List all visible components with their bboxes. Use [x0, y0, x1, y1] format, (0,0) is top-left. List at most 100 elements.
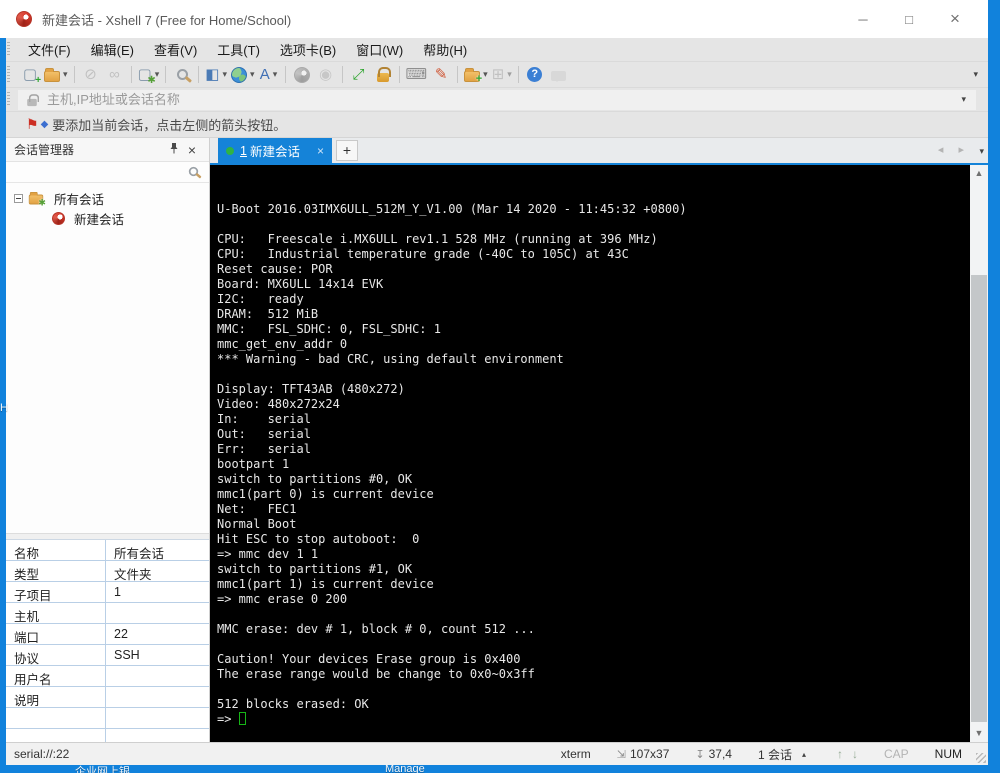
- terminal-view[interactable]: U-Boot 2016.03IMX6ULL_512M_Y_V1.00 (Mar …: [210, 165, 970, 742]
- session-search-row: [6, 162, 209, 183]
- virtual-keyboard-button[interactable]: ⌨: [404, 64, 430, 86]
- property-value[interactable]: 1: [106, 582, 209, 602]
- property-label: 端口: [6, 624, 106, 645]
- addressbar-gripper[interactable]: [7, 92, 10, 107]
- property-value[interactable]: [106, 603, 209, 623]
- fullscreen-button[interactable]: ⤢: [347, 64, 371, 86]
- property-label: 类型: [6, 561, 106, 582]
- open-session-button[interactable]: ▾: [42, 64, 70, 86]
- tab-close-button[interactable]: ×: [317, 144, 324, 158]
- property-value[interactable]: [106, 729, 209, 742]
- session-search-input[interactable]: [6, 165, 176, 179]
- menubar-gripper[interactable]: [7, 42, 10, 57]
- property-value[interactable]: 22: [106, 624, 209, 644]
- property-value[interactable]: [106, 666, 209, 686]
- menu-item-4[interactable]: 选项卡(B): [270, 37, 346, 62]
- new-folder-dropdown-icon[interactable]: ▾: [483, 69, 488, 80]
- xshell-transfer-button: [290, 64, 314, 86]
- menu-item-6[interactable]: 帮助(H): [413, 37, 477, 62]
- session-count-button[interactable]: 1 会话 ▴: [758, 746, 806, 763]
- lock-icon: [27, 94, 39, 107]
- close-button[interactable]: ×: [932, 0, 978, 38]
- panel-splitter[interactable]: [6, 533, 209, 540]
- tab-new-session[interactable]: 1 新建会话 ×: [218, 138, 332, 163]
- tree-node-new-session[interactable]: 新建会话: [6, 208, 209, 228]
- menu-item-0[interactable]: 文件(F): [18, 37, 81, 62]
- toolbar-overflow-button[interactable]: ▾: [973, 69, 978, 80]
- session-tree: 所有会话 新建会话: [6, 183, 209, 228]
- address-bar: ▾: [0, 88, 988, 112]
- session-properties-button[interactable]: ▢ ✱ ▾: [136, 64, 162, 86]
- tree-node-label: 所有会话: [54, 192, 105, 207]
- feedback-bubble-icon: [551, 70, 567, 82]
- pin-panel-button[interactable]: [165, 142, 183, 157]
- tile-windows-icon: ⊞: [491, 66, 505, 83]
- tile-windows-dropdown-icon[interactable]: ▾: [507, 69, 512, 80]
- prev-session-icon[interactable]: ↑: [837, 747, 843, 761]
- open-session-dropdown-icon[interactable]: ▾: [63, 69, 68, 80]
- new-session-button[interactable]: ▢ +: [18, 64, 42, 86]
- highlight-pen-button[interactable]: ✎: [429, 64, 453, 86]
- menu-items-container: 文件(F) 编辑(E) 查看(V) 工具(T) 选项卡(B) 窗口(W) 帮助(H): [18, 37, 477, 62]
- toolbar-gripper[interactable]: [7, 66, 10, 83]
- new-folder-icon: [464, 67, 482, 85]
- font-button[interactable]: A ▾: [257, 64, 281, 86]
- xshell-transfer-icon: [293, 66, 310, 83]
- property-value[interactable]: 所有会话: [106, 540, 209, 561]
- menu-item-2[interactable]: 查看(V): [144, 37, 207, 62]
- compose-layout-icon: ◧: [205, 66, 220, 83]
- session-count-label: 1 会话: [757, 747, 792, 762]
- resize-grip[interactable]: [976, 753, 986, 763]
- tab-number: 1: [240, 143, 247, 158]
- menu-item-5[interactable]: 窗口(W): [346, 37, 413, 62]
- scrollbar-thumb[interactable]: [971, 275, 987, 722]
- property-row-5: 协议 SSH: [6, 645, 209, 666]
- tab-scroll-buttons[interactable]: ◂ ▸: [938, 143, 970, 156]
- menu-item-1[interactable]: 编辑(E): [81, 37, 144, 62]
- encoding-globe-button[interactable]: ▾: [229, 64, 257, 86]
- property-row-8: [6, 708, 209, 729]
- lock-screen-button[interactable]: [371, 64, 395, 86]
- find-button[interactable]: [170, 64, 194, 86]
- compose-layout-dropdown-icon[interactable]: ▾: [222, 69, 227, 80]
- terminal-type[interactable]: xterm: [561, 747, 591, 761]
- session-properties-table: 名称 所有会话 类型 文件夹 子项目 1 主机 端口 22 协议 SSH 用户名 说明: [6, 540, 209, 742]
- toolbar-separator: [341, 66, 343, 83]
- new-folder-button[interactable]: ▾: [462, 64, 490, 86]
- tab-list-dropdown-button[interactable]: ▾: [979, 146, 984, 157]
- maximize-button[interactable]: □: [886, 0, 932, 38]
- address-dropdown-button[interactable]: ▾: [961, 94, 966, 105]
- address-field[interactable]: ▾: [18, 89, 976, 110]
- tree-node-all-sessions[interactable]: 所有会话: [6, 188, 209, 208]
- session-manager-panel: 会话管理器 × 所有会话 新建会话: [6, 138, 210, 742]
- scroll-down-button[interactable]: ▼: [970, 725, 988, 742]
- property-row-4: 端口 22: [6, 624, 209, 645]
- terminal-lines: U-Boot 2016.03IMX6ULL_512M_Y_V1.00 (Mar …: [217, 202, 687, 711]
- cursor-position-icon: ↧: [695, 748, 705, 761]
- minimize-button[interactable]: ─: [840, 0, 886, 38]
- compose-layout-button[interactable]: ◧ ▾: [203, 64, 229, 86]
- terminal-scrollbar[interactable]: ▲ ▼: [970, 165, 988, 742]
- close-panel-button[interactable]: ×: [183, 142, 201, 158]
- cursor-position-value: 37,4: [708, 747, 732, 761]
- property-value[interactable]: 文件夹: [106, 561, 209, 582]
- property-value[interactable]: [106, 708, 209, 728]
- title-bar[interactable]: 新建会话 - Xshell 7 (Free for Home/School) ─…: [0, 0, 988, 38]
- address-input[interactable]: [47, 92, 927, 107]
- menu-item-3[interactable]: 工具(T): [207, 37, 270, 62]
- encoding-globe-dropdown-icon[interactable]: ▾: [250, 69, 255, 80]
- session-nav-arrows[interactable]: ↑ ↓: [832, 747, 858, 761]
- collapse-icon[interactable]: [14, 193, 23, 203]
- toolbar: ▢+▾⊘∞▢✱▾◧▾▾A▾◉⤢⌨✎▾⊞▾ ▾: [0, 62, 988, 88]
- help-button[interactable]: [523, 64, 547, 86]
- terminal-size: ⇲ 107x37: [617, 747, 670, 761]
- property-value[interactable]: SSH: [106, 645, 209, 665]
- property-value[interactable]: [106, 687, 209, 707]
- next-session-icon[interactable]: ↓: [852, 747, 858, 761]
- toolbar-separator: [198, 66, 200, 83]
- scroll-up-button[interactable]: ▲: [970, 165, 988, 182]
- xftp-transfer-icon: ◉: [318, 66, 333, 83]
- reconnect-icon: ∞: [109, 66, 120, 83]
- font-dropdown-icon[interactable]: ▾: [273, 69, 278, 80]
- new-tab-button[interactable]: +: [336, 140, 358, 161]
